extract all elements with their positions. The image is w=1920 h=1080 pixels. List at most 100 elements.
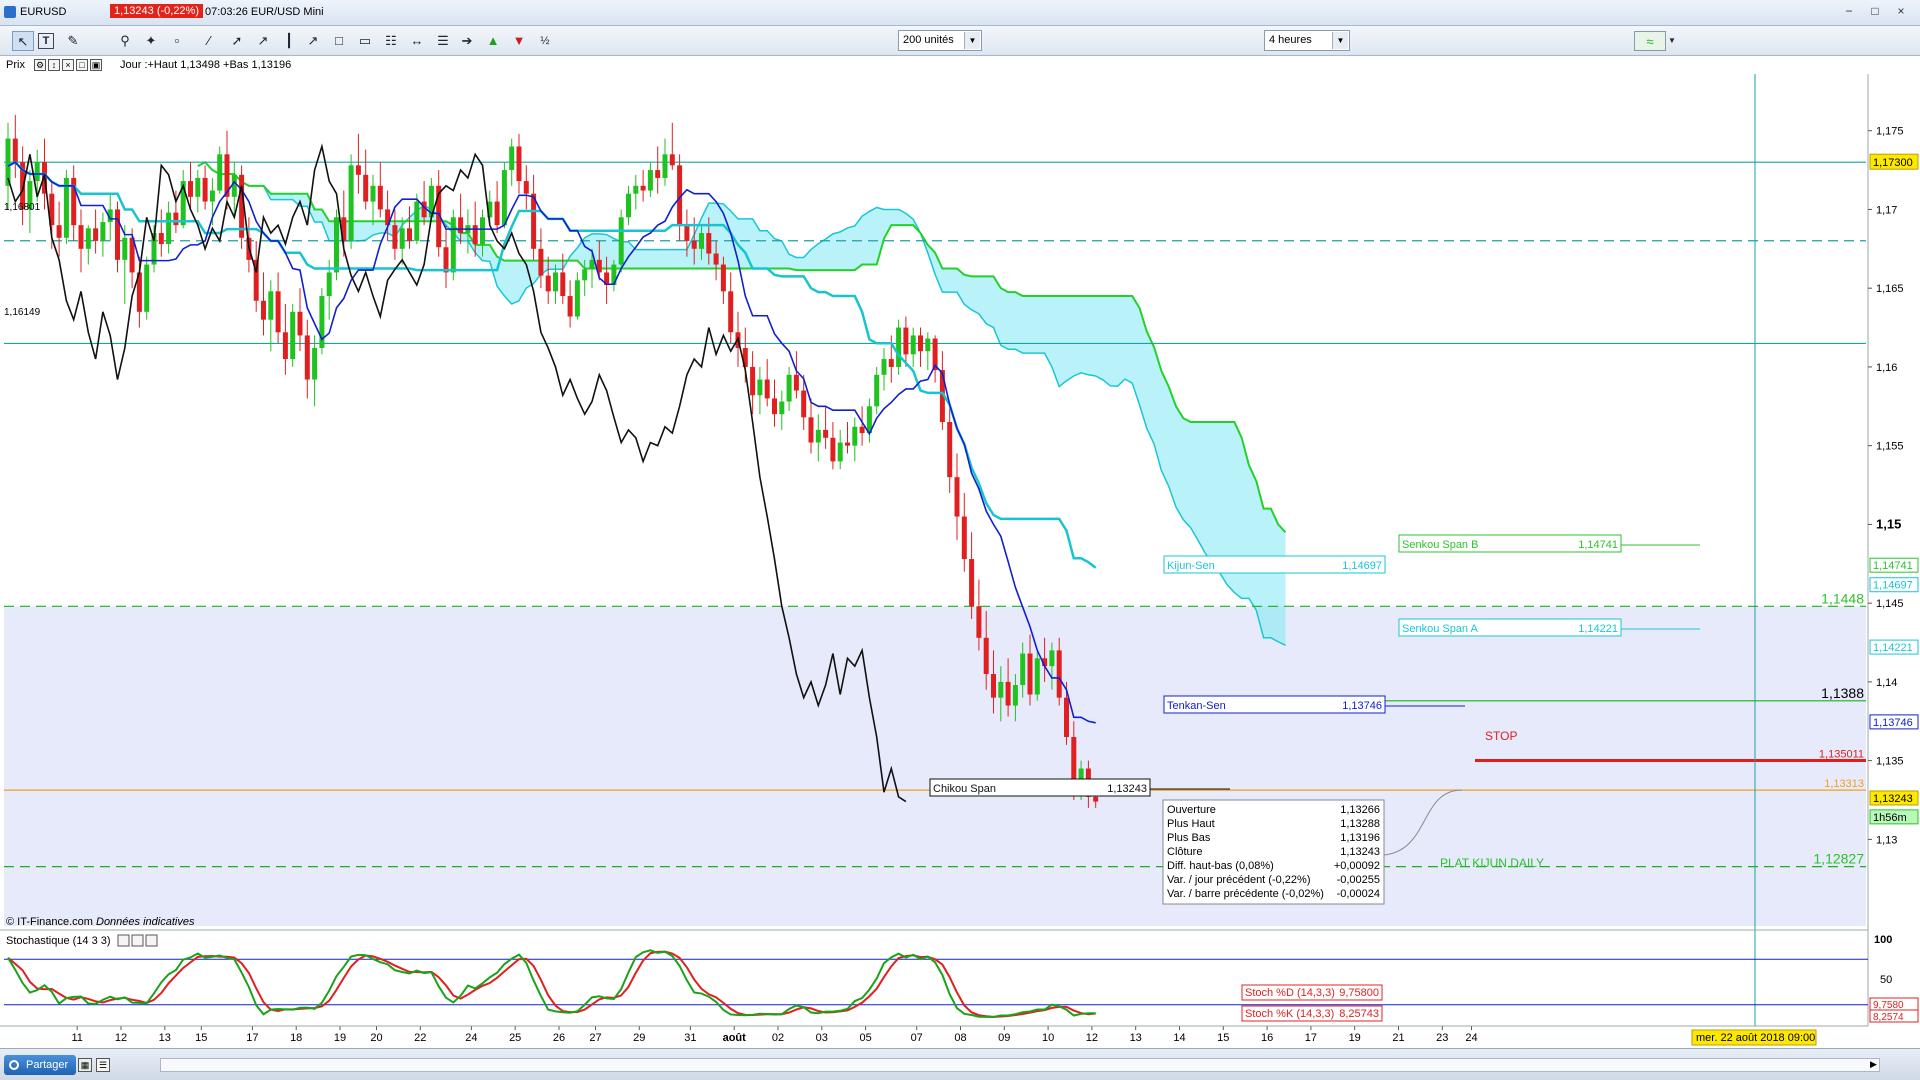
rect-icon[interactable]: □ — [328, 31, 350, 51]
search-icon[interactable]: ⚲ — [114, 31, 136, 51]
arrow-right-icon[interactable]: ➔ — [456, 31, 478, 51]
time-tick-label: 17 — [1305, 1032, 1317, 1044]
time-tick-label: 21 — [1392, 1032, 1404, 1044]
time-tick-label: 07 — [911, 1032, 923, 1044]
stoch-axis-50: 50 — [1880, 974, 1892, 986]
time-tick-label: 03 — [816, 1032, 828, 1044]
candle-body — [1056, 650, 1062, 698]
candle-body — [918, 335, 923, 352]
trendline-icon[interactable]: ↗ — [252, 31, 274, 51]
ohlc-row-value: 1,13243 — [1340, 846, 1380, 858]
chart[interactable]: Senkou Span B 1,14741 Kijun-Sen 1,14697 Senk… — [0, 56, 1920, 1048]
candle-body — [961, 516, 967, 560]
stoch-window-icon[interactable] — [131, 934, 144, 947]
candle-body — [976, 606, 982, 638]
candle-body — [56, 225, 62, 238]
time-tick-label: 09 — [998, 1032, 1010, 1044]
senkou-span-b-tag-label: Senkou Span B — [1402, 539, 1478, 551]
scroll-right-icon[interactable]: ▶ — [1870, 1059, 1877, 1070]
chart-type-icon[interactable]: ≈ — [1634, 31, 1666, 51]
candle-body — [662, 154, 668, 178]
minimize-button[interactable]: − — [1836, 4, 1862, 20]
line-icon[interactable]: ∕ — [198, 31, 220, 51]
candle-body — [720, 264, 726, 292]
candle-body — [538, 248, 544, 276]
list-icon[interactable]: ☰ — [96, 1058, 110, 1072]
eraser-icon[interactable]: ▫ — [166, 31, 188, 51]
kijun-sen-tag-label: Kijun-Sen — [1167, 560, 1215, 572]
candle-body — [1027, 653, 1033, 695]
chart-icon[interactable]: ▦ — [78, 1058, 92, 1072]
candle-body — [823, 429, 829, 438]
units-select[interactable]: 200 unités ▼ — [898, 30, 982, 51]
left-level-label: 1,16801 — [4, 202, 41, 213]
channel-icon[interactable]: ▭ — [354, 31, 376, 51]
candle-body — [772, 398, 777, 415]
candle-body — [392, 225, 398, 249]
vertical-line-icon[interactable]: ┃ — [278, 31, 300, 51]
horizontal-scrollbar[interactable] — [160, 1058, 1880, 1072]
chevron-down-icon: ▼ — [1332, 32, 1348, 49]
pitchfork-icon[interactable]: ☰ — [432, 31, 454, 51]
candle-body — [801, 390, 807, 418]
tenkan-sen-tag-value: 1,13746 — [1342, 700, 1382, 712]
candle-body — [34, 162, 40, 182]
copyright-text: © IT-Finance.com — [6, 916, 93, 928]
time-tick-label: 12 — [1086, 1032, 1098, 1044]
candle-body — [691, 240, 697, 249]
candle-body — [859, 426, 865, 434]
candle-body — [399, 228, 405, 249]
senkou-span-a-tag: Senkou Span A 1,14221 — [1398, 618, 1622, 637]
period-select[interactable]: 4 heures ▼ — [1264, 30, 1350, 51]
ruler-icon[interactable]: ✎ — [62, 31, 84, 51]
bottom-bar: Partager ▦ ☰ ◀ ▶ — [0, 1048, 1920, 1080]
ohlc-row-label: Ouverture — [1167, 804, 1216, 816]
maximize-button[interactable]: □ — [1862, 4, 1888, 20]
candle-body — [713, 253, 719, 265]
candle-body — [516, 146, 522, 182]
level-tag-label: 1,135011 — [1819, 748, 1864, 760]
candle-body — [567, 296, 573, 317]
arrow-up-icon[interactable]: ▲ — [482, 31, 504, 51]
ohlc-row-value: 1,13266 — [1340, 804, 1380, 816]
percent-icon[interactable]: ½ — [534, 31, 556, 51]
magnet-icon[interactable]: ✦ — [140, 31, 162, 51]
candle-body — [910, 335, 916, 355]
arrow-down-icon[interactable]: ▼ — [508, 31, 530, 51]
price-tick-label: 1,16 — [1876, 362, 1897, 374]
ohlc-row-value: 1,13288 — [1340, 818, 1380, 830]
stop-label: STOP — [1485, 729, 1517, 743]
share-icon — [9, 1060, 19, 1070]
time-tick-label: 24 — [1465, 1032, 1477, 1044]
candle-body — [903, 327, 909, 355]
candle-body — [355, 165, 361, 175]
kijun-sen-line — [7, 160, 1097, 569]
ohlc-row-value: 1,13196 — [1340, 832, 1380, 844]
ohlc-row-label: Clôture — [1167, 846, 1202, 858]
arrow-h-icon[interactable]: ↔ — [406, 31, 428, 51]
close-button[interactable]: × — [1888, 4, 1914, 20]
stoch-title: Stochastique (14 3 3) — [6, 935, 111, 947]
stoch-close-icon[interactable] — [117, 934, 130, 947]
candle-body — [100, 222, 106, 241]
price-tick-label: 1,17 — [1876, 204, 1897, 216]
candle-body — [1093, 796, 1099, 802]
text-icon[interactable]: T — [38, 33, 54, 49]
arrow-icon[interactable]: ↗ — [302, 31, 324, 51]
fibo-icon[interactable]: ☷ — [380, 31, 402, 51]
trend-icon[interactable]: ➚ — [226, 31, 248, 51]
price-tick-label: 1,155 — [1876, 441, 1904, 453]
candle-body — [407, 228, 412, 241]
candle-body — [582, 269, 588, 281]
app-icon — [4, 6, 16, 18]
candle-body — [640, 185, 646, 191]
stoch-restore-icon[interactable] — [145, 934, 158, 947]
time-tick-label: 10 — [1042, 1032, 1054, 1044]
candle-body — [764, 379, 770, 399]
cursor-icon[interactable]: ↖ — [12, 31, 34, 51]
candle-body — [1049, 650, 1055, 667]
candle-body — [1064, 697, 1069, 738]
chikou-span-tag-value: 1,13243 — [1107, 783, 1147, 795]
candle-body — [282, 332, 288, 360]
chart-type-dropdown-icon[interactable]: ▼ — [1666, 31, 1678, 51]
